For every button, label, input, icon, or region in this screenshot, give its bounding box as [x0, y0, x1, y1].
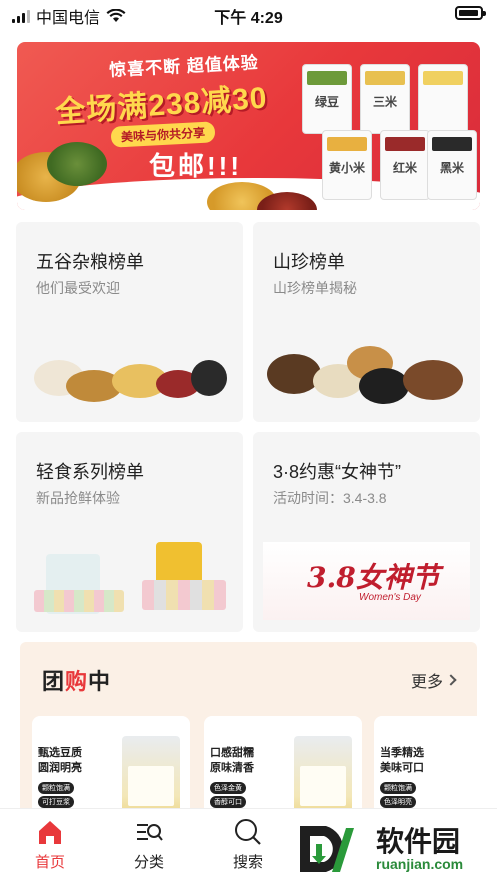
- search-icon: [235, 819, 261, 845]
- home-icon: [39, 821, 61, 844]
- tab-label: 分类: [133, 854, 164, 871]
- package-decoration: [142, 580, 226, 610]
- card-desc: 新品抢鲜体验: [36, 490, 120, 506]
- banner-free-shipping: 包邮!!!: [149, 151, 242, 181]
- card-title: 轻食系列榜单: [36, 462, 144, 482]
- group-buy-title-part: 中: [88, 669, 112, 694]
- bag-black-rice: 黑米: [427, 130, 477, 200]
- group-buy-section: 团购中 更多 甄选豆质 圆润明亮 颗粒饱满 可打豆浆 口感甜糯 原味清香 色泽金黄 …: [20, 642, 477, 836]
- tab-search[interactable]: 搜索: [213, 817, 283, 872]
- light-meals-image: [26, 534, 233, 620]
- bag-millet: 黄小米: [322, 130, 372, 200]
- package-decoration: [34, 590, 124, 612]
- tab-label: 首页: [34, 854, 65, 871]
- product-tag: 色泽金黄: [210, 782, 246, 794]
- watermark-url: ruanjian.com: [376, 856, 464, 872]
- card-womens-day[interactable]: 3·8约惠“女神节” 活动时间：3.4-3.8 3.8女神节 Women's D…: [253, 432, 480, 632]
- bag-red-rice: 红米: [380, 130, 430, 200]
- card-grains[interactable]: 五谷杂粮榜单 他们最受欢迎: [16, 222, 243, 422]
- status-bar: 中国电信 下午 4:29: [0, 0, 497, 28]
- product-tagline: 当季精选 美味可口: [380, 747, 424, 774]
- banner-pill: 美味与你共分享: [110, 121, 216, 148]
- bag-rice: 三米: [360, 64, 410, 134]
- grain-pile-decoration: [47, 142, 107, 186]
- card-light-meals[interactable]: 轻食系列榜单 新品抢鲜体验: [16, 432, 243, 632]
- product-tagline: 甄选豆质 圆润明亮: [38, 747, 82, 774]
- tab-label: 搜索: [232, 854, 263, 871]
- plate-decoration: [359, 368, 409, 404]
- watermark: 软件园 ruanjian.com: [292, 818, 492, 880]
- womens-day-art-text: 3.8女神节: [307, 561, 440, 594]
- watermark-title: 软件园: [376, 826, 461, 857]
- grains-bowls-image: [26, 324, 233, 410]
- product-tag: 颗粒饱满: [380, 782, 416, 794]
- card-title: 山珍榜单: [273, 252, 345, 272]
- bag-yellow: [418, 64, 468, 134]
- category-list-icon: [137, 824, 163, 841]
- watermark-logo-icon: [300, 826, 354, 872]
- card-desc: 他们最受欢迎: [36, 280, 120, 296]
- promo-banner[interactable]: 惊喜不断 超值体验 全场满238减30 美味与你共分享 包邮!!! 绿豆 三米 …: [17, 42, 480, 210]
- group-buy-title-part: 购: [65, 669, 89, 694]
- product-tag: 色泽明亮: [380, 796, 416, 808]
- bowl-decoration: [191, 360, 227, 396]
- womens-day-art-en: Women's Day: [359, 592, 421, 603]
- card-desc: 山珍榜单揭秘: [273, 280, 357, 296]
- card-title: 五谷杂粮榜单: [36, 252, 144, 272]
- plate-decoration: [267, 354, 321, 394]
- group-buy-title: 团购中: [42, 664, 111, 696]
- product-tag: 颗粒饱满: [38, 782, 74, 794]
- bag-green-bean: 绿豆: [302, 64, 352, 134]
- card-mountain-delicacies[interactable]: 山珍榜单 山珍榜单揭秘: [253, 222, 480, 422]
- group-buy-title-part: 团: [42, 669, 66, 694]
- tab-home[interactable]: 首页: [15, 817, 85, 872]
- product-tag: 可打豆浆: [38, 796, 74, 808]
- battery-icon: [455, 6, 486, 20]
- mushrooms-image: [263, 324, 470, 410]
- tab-categories[interactable]: 分类: [114, 817, 184, 872]
- more-label: 更多: [410, 674, 443, 691]
- card-title: 3·8约惠“女神节”: [273, 462, 402, 482]
- status-time: 下午 4:29: [214, 10, 283, 27]
- plate-decoration: [403, 360, 463, 400]
- chevron-right-icon: [445, 674, 457, 686]
- product-bags-image: 绿豆 三米 黄小米 红米 黑米: [302, 64, 477, 204]
- banner-headline: 全场满238减30: [54, 81, 269, 130]
- womens-day-image: 3.8女神节 Women's Day: [263, 542, 470, 620]
- product-tag: 香醇可口: [210, 796, 246, 808]
- product-tagline: 口感甜糯 原味清香: [210, 747, 254, 774]
- card-desc: 活动时间：3.4-3.8: [273, 490, 387, 506]
- more-link[interactable]: 更多: [410, 668, 457, 692]
